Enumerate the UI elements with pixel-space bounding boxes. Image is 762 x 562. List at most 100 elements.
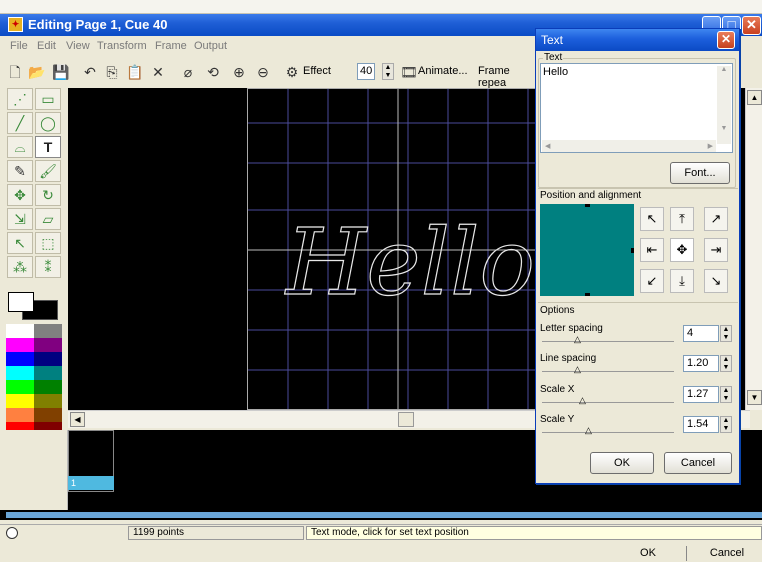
fill-tool-icon[interactable]: 🖌 — [35, 160, 61, 182]
scale-y-thumb[interactable]: △ — [585, 426, 592, 435]
align-top-right-icon[interactable]: ↗ — [704, 207, 728, 231]
effect-icon[interactable]: ⚙ — [285, 62, 299, 82]
undo-icon[interactable]: ↶ — [82, 62, 98, 82]
status-points: 1199 points — [128, 526, 304, 540]
vertical-scrollbar[interactable]: ▲ ▼ — [745, 88, 762, 410]
canvas-grid[interactable]: Hello — [247, 88, 547, 410]
align-middle-right-icon[interactable]: ⇥ — [704, 238, 728, 262]
dialog-ok-button[interactable]: OK — [590, 452, 654, 474]
scale-y-field[interactable]: 1.54 — [683, 416, 719, 433]
color-swatch[interactable] — [6, 380, 34, 394]
letter-spacing-thumb[interactable]: △ — [574, 335, 581, 344]
paste-icon[interactable]: 📋 — [126, 62, 143, 82]
color-swatch[interactable] — [6, 324, 34, 338]
color-swatch[interactable] — [6, 408, 34, 422]
ellipse-tool-icon[interactable]: ◯ — [35, 112, 61, 134]
scroll-thumb[interactable] — [398, 412, 414, 427]
color-swatch[interactable] — [34, 324, 62, 338]
line-spacing-label: Line spacing — [540, 353, 597, 364]
menu-edit[interactable]: Edit — [37, 40, 56, 52]
mirror-icon[interactable]: ⌀ — [180, 62, 196, 82]
align-bottom-left-icon[interactable]: ↙ — [640, 269, 664, 293]
pen-tool-icon[interactable]: ✎ — [7, 160, 33, 182]
polygon-tool-icon[interactable]: ⌓ — [7, 136, 33, 158]
zoom-in-icon[interactable]: ⊕ — [230, 62, 248, 82]
scale-x-slider[interactable] — [542, 402, 674, 403]
color-swatch[interactable] — [34, 408, 62, 422]
scale-x-thumb[interactable]: △ — [579, 396, 586, 405]
color-swatch[interactable] — [34, 380, 62, 394]
points-add-tool-icon[interactable]: ⁂ — [7, 256, 33, 278]
app-icon: ✦ — [8, 17, 23, 32]
points-remove-tool-icon[interactable]: ⁑ — [35, 256, 61, 278]
scroll-left-button[interactable]: ◀ — [70, 412, 85, 427]
save-icon[interactable]: 💾 — [52, 62, 70, 82]
open-icon[interactable]: 📂 — [28, 62, 46, 82]
main-ok-button[interactable]: OK — [620, 544, 676, 562]
scale-x-field[interactable]: 1.27 — [683, 386, 719, 403]
skew-tool-icon[interactable]: ▱ — [35, 208, 61, 230]
menu-output[interactable]: Output — [194, 40, 227, 52]
scroll-up-button[interactable]: ▲ — [747, 90, 762, 105]
position-preview[interactable] — [540, 204, 634, 296]
letter-spacing-field[interactable]: 4 — [683, 325, 719, 342]
animate-icon[interactable]: 🎞 — [400, 62, 418, 82]
delete-icon[interactable]: ✕ — [150, 62, 166, 82]
scroll-down-button[interactable]: ▼ — [747, 390, 762, 405]
align-top-center-icon[interactable]: ⤒ — [670, 207, 694, 231]
align-center-icon[interactable]: ✥ — [670, 238, 694, 262]
animate-button[interactable]: Animate... — [418, 65, 468, 77]
color-swatch[interactable] — [34, 394, 62, 408]
font-button[interactable]: Font... — [670, 162, 730, 184]
select-tool-icon[interactable]: ↖ — [7, 232, 33, 254]
color-swatch[interactable] — [6, 394, 34, 408]
color-swatch[interactable] — [6, 352, 34, 366]
main-cancel-button[interactable]: Cancel — [696, 544, 758, 562]
status-indicator-icon — [6, 527, 18, 539]
zoom-out-icon[interactable]: ⊖ — [254, 62, 272, 82]
close-button[interactable]: ✕ — [742, 16, 761, 35]
line-tool-icon[interactable]: ╱ — [7, 112, 33, 134]
rotate-icon[interactable]: ⟲ — [204, 62, 222, 82]
color-swatch[interactable] — [6, 366, 34, 380]
new-icon[interactable]: 🗋 — [6, 62, 24, 82]
scale-tool-icon[interactable]: ⇲ — [7, 208, 33, 230]
scale-y-slider[interactable] — [542, 432, 674, 433]
move-tool-icon[interactable]: ✥ — [7, 184, 33, 206]
color-swatch[interactable] — [34, 338, 62, 352]
menu-view[interactable]: View — [66, 40, 90, 52]
scale-x-stepper[interactable]: ▲ ▼ — [720, 386, 732, 403]
line-spacing-stepper[interactable]: ▲ ▼ — [720, 355, 732, 372]
fg-bg-colors[interactable] — [6, 290, 62, 320]
letter-spacing-slider[interactable] — [542, 341, 674, 342]
menu-frame[interactable]: Frame — [155, 40, 187, 52]
letter-spacing-stepper[interactable]: ▲ ▼ — [720, 325, 732, 342]
cue-stepper[interactable]: ▲ ▼ — [382, 63, 394, 80]
align-bottom-center-icon[interactable]: ⤓ — [670, 269, 694, 293]
line-spacing-slider[interactable] — [542, 371, 674, 372]
menu-file[interactable]: File — [10, 40, 28, 52]
align-top-left-icon[interactable]: ↖ — [640, 207, 664, 231]
rectangle-tool-icon[interactable]: ▭ — [35, 88, 61, 110]
align-middle-left-icon[interactable]: ⇤ — [640, 238, 664, 262]
color-swatch[interactable] — [34, 366, 62, 380]
dialog-close-icon[interactable]: ✕ — [717, 31, 735, 49]
color-swatch[interactable] — [6, 338, 34, 352]
cue-field[interactable]: 40 — [357, 63, 375, 80]
rotate-tool-icon[interactable]: ↻ — [35, 184, 61, 206]
dialog-cancel-button[interactable]: Cancel — [664, 452, 732, 474]
scale-y-stepper[interactable]: ▲ ▼ — [720, 416, 732, 433]
dot-line-tool-icon[interactable]: ⋰ — [7, 88, 33, 110]
text-hscroll[interactable]: ◀ ▶ — [542, 140, 716, 152]
line-spacing-thumb[interactable]: △ — [574, 365, 581, 374]
text-tool-icon[interactable]: T — [35, 136, 61, 158]
color-swatch[interactable] — [34, 352, 62, 366]
menu-transform[interactable]: Transform — [97, 40, 147, 52]
effect-button[interactable]: Effect — [303, 65, 331, 77]
line-spacing-field[interactable]: 1.20 — [683, 355, 719, 372]
align-bottom-right-icon[interactable]: ↘ — [704, 269, 728, 293]
copy-icon[interactable]: ⎘ — [104, 62, 120, 82]
text-vscroll[interactable]: ▲ ▼ — [717, 66, 731, 144]
timeline-side-panel — [0, 430, 68, 510]
marquee-tool-icon[interactable]: ⬚ — [35, 232, 61, 254]
